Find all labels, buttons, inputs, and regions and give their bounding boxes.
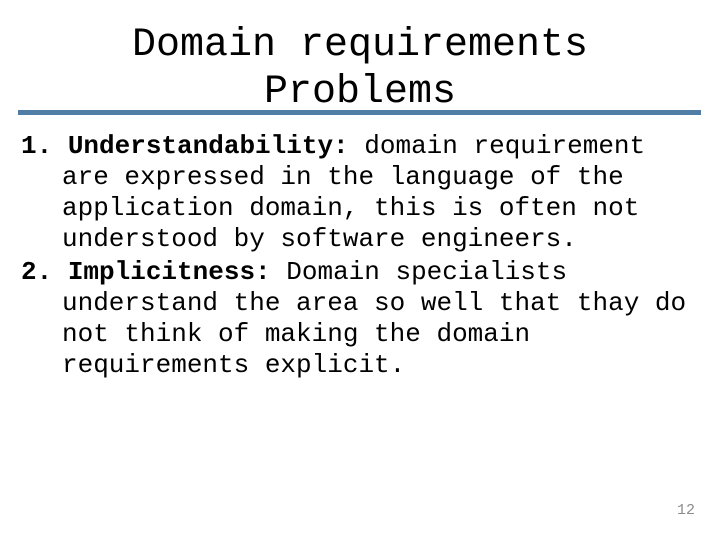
page-number: 12 bbox=[676, 502, 695, 519]
list-item-continuation-line: understood by software engineers. bbox=[62, 224, 577, 254]
list-item-marker: 1. bbox=[21, 131, 68, 161]
list-item-continuation-line: not think of making the domain bbox=[62, 319, 531, 349]
list-item-continuation-line: understand the area so well that thay do bbox=[62, 288, 687, 318]
list-item-first-line: 1. Understandability: domain requirement bbox=[21, 131, 711, 162]
list-item-continuation-line: application domain, this is often not bbox=[62, 193, 640, 223]
list-item-marker: 2. bbox=[21, 257, 68, 287]
list-item: 1. Understandability: domain requirement… bbox=[21, 131, 711, 255]
slide-canvas: Domain requirements Problems 1. Understa… bbox=[0, 0, 720, 540]
list-item-lead-text: Domain specialists bbox=[270, 257, 568, 287]
list-item-term: Implicitness: bbox=[67, 257, 271, 287]
list-item-continuation-line: requirements explicit. bbox=[62, 350, 406, 380]
list-item-lead-text: domain requirement bbox=[348, 131, 646, 161]
title-divider-rule bbox=[18, 110, 701, 115]
numbered-list: 1. Understandability: domain requirement… bbox=[21, 131, 711, 383]
page-title-line-2: Problems bbox=[263, 70, 457, 115]
page-title: Domain requirements Problems bbox=[0, 22, 720, 116]
page-title-line-1: Domain requirements bbox=[131, 23, 589, 68]
list-item-first-line: 2. Implicitness: Domain specialists bbox=[21, 257, 711, 288]
list-item: 2. Implicitness: Domain specialists unde… bbox=[21, 257, 711, 381]
list-item-term: Understandability: bbox=[67, 131, 349, 161]
list-item-continuation-line: are expressed in the language of the bbox=[62, 162, 624, 192]
